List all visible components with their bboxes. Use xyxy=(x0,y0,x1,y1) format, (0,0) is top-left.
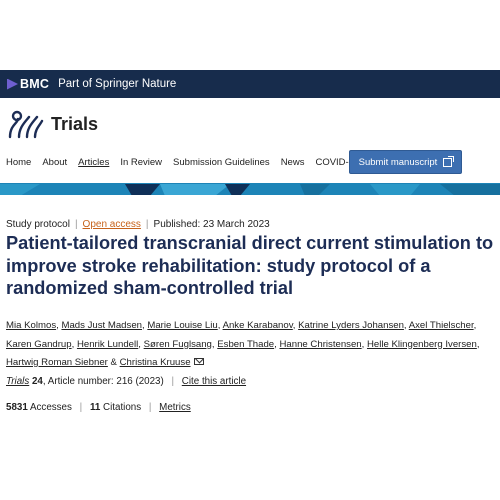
author-link[interactable]: Marie Louise Liu xyxy=(147,320,217,331)
banner-pattern xyxy=(0,184,500,195)
author-link[interactable]: Axel Thielscher xyxy=(409,320,474,331)
author-link[interactable]: Helle Klingenberg Iversen xyxy=(367,339,477,350)
citations-label: Citations xyxy=(103,402,142,413)
author-link[interactable]: Karen Gandrup xyxy=(6,339,72,350)
accesses-label: Accesses xyxy=(29,402,72,413)
author-link[interactable]: Katrine Lyders Johansen xyxy=(298,320,404,331)
author-link[interactable]: Esben Thade xyxy=(217,339,274,350)
meta-divider: | xyxy=(74,219,78,230)
author-link[interactable]: Hanne Christensen xyxy=(280,339,362,350)
citation-article-number: , Article number: 216 (2023) xyxy=(42,376,164,387)
author-link[interactable]: Hartwig Roman Siebner xyxy=(6,357,108,368)
cite-this-article-link[interactable]: Cite this article xyxy=(182,376,246,387)
metrics-divider: | xyxy=(79,402,83,413)
nav-articles[interactable]: Articles xyxy=(78,157,109,168)
author-link[interactable]: Søren Fuglsang xyxy=(144,339,212,350)
nav-in-review[interactable]: In Review xyxy=(120,157,162,168)
author-link[interactable]: Henrik Lundell xyxy=(77,339,138,350)
journal-brand[interactable]: Trials xyxy=(6,106,98,142)
nav-news[interactable]: News xyxy=(281,157,305,168)
author-ampersand: & xyxy=(110,357,117,368)
publisher-tagline[interactable]: Part of Springer Nature xyxy=(58,78,176,90)
submit-manuscript-label: Submit manuscript xyxy=(358,156,438,168)
accesses-count: 5831 xyxy=(6,402,28,413)
submit-manuscript-button[interactable]: Submit manuscript xyxy=(349,150,462,174)
citations-count: 11 xyxy=(89,402,101,413)
nav-submission-guidelines[interactable]: Submission Guidelines xyxy=(173,157,270,168)
trials-logo-icon xyxy=(8,110,44,139)
author-link[interactable]: Mads Just Madsen xyxy=(61,320,142,331)
nav-about[interactable]: About xyxy=(42,157,67,168)
published-date: Published: 23 March 2023 xyxy=(153,219,270,230)
author-link[interactable]: Anke Karabanov xyxy=(223,320,293,331)
journal-banner xyxy=(0,183,500,195)
citation-line: Trials 24, Article number: 216 (2023) | … xyxy=(6,376,246,387)
meta-divider: | xyxy=(145,219,149,230)
metrics-link[interactable]: Metrics xyxy=(159,402,191,413)
publisher-bar: BMC Part of Springer Nature xyxy=(0,70,500,98)
journal-title: Trials xyxy=(51,113,99,134)
email-icon[interactable] xyxy=(193,358,204,365)
citation-divider: | xyxy=(171,376,175,387)
bmc-logo-text[interactable]: BMC xyxy=(20,77,49,91)
journal-nav: Home About Articles In Review Submission… xyxy=(6,150,370,174)
article-title: Patient-tailored transcranial direct cur… xyxy=(6,233,494,298)
open-access-link[interactable]: Open access xyxy=(83,219,141,230)
article-type: Study protocol xyxy=(6,219,70,230)
author-link[interactable]: Christina Kruuse xyxy=(120,357,191,368)
external-link-icon xyxy=(443,155,455,167)
citation-journal-link[interactable]: Trials xyxy=(6,376,29,387)
author-list: Mia Kolmos, Mads Just Madsen, Marie Loui… xyxy=(6,320,480,368)
nav-home[interactable]: Home xyxy=(6,157,31,168)
citation-volume: 24 xyxy=(31,376,43,387)
bmc-logo-icon xyxy=(7,78,18,90)
metrics-divider: | xyxy=(148,402,152,413)
article-meta: Study protocol | Open access | Published… xyxy=(6,219,270,230)
metrics-line: 5831 Accesses | 11 Citations | Metrics xyxy=(6,402,191,413)
author-link[interactable]: Mia Kolmos xyxy=(6,320,56,331)
